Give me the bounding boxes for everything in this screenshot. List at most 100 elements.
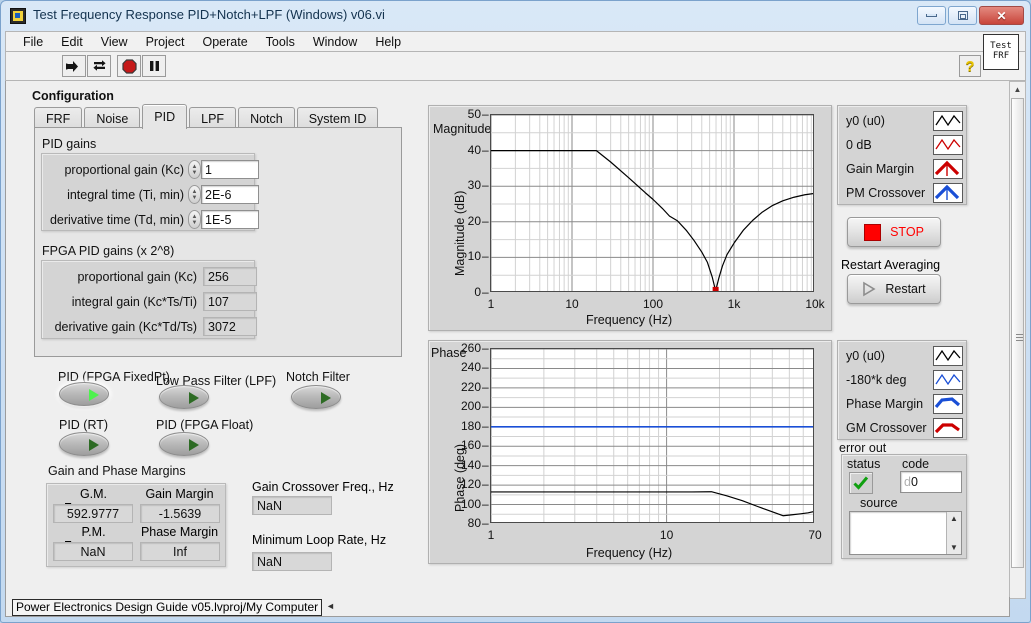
tab-notch[interactable]: Notch (238, 107, 295, 129)
legend-label-0db: 0 dB (846, 138, 872, 152)
menu-item-project[interactable]: Project (137, 33, 194, 51)
restore-button[interactable] (948, 6, 977, 25)
scroll-up-icon: ▲ (950, 514, 958, 523)
tab-noise[interactable]: Noise (84, 107, 141, 129)
pid-derivative-spinner[interactable]: ▲ ▼ (188, 210, 201, 229)
title-bar: Test Frequency Response PID+Notch+LPF (W… (2, 2, 1029, 29)
legend-row-phase-margin[interactable]: Phase Margin (841, 392, 963, 416)
fpga-row-proportional: proportional gain (Kc) 256 (45, 267, 257, 286)
error-source-scrollbar[interactable]: ▲ ▼ (946, 512, 961, 554)
context-help-button[interactable]: ? (959, 55, 981, 77)
run-continuously-button[interactable] (87, 55, 111, 77)
restart-button[interactable]: Restart (847, 274, 941, 304)
close-button[interactable]: ✕ (979, 6, 1024, 25)
legend-swatch-gm-crossover[interactable] (933, 418, 963, 438)
legend-swatch-phase-y0[interactable] (933, 346, 963, 366)
menu-item-operate[interactable]: Operate (193, 33, 256, 51)
menu-item-file[interactable]: File (14, 33, 52, 51)
toggle-pid-fpga-fixedpt[interactable] (59, 382, 109, 406)
stop-button-label: STOP (890, 225, 924, 239)
vi-icon-line1: Test (990, 41, 1012, 51)
pid-gains-title: PID gains (42, 137, 97, 151)
legend-swatch-pm-crossover[interactable] (933, 183, 963, 203)
ph-svg-xtick: 70 (808, 528, 822, 542)
legend-label-180k-deg: -180*k deg (846, 373, 907, 387)
legend-swatch-y0[interactable] (933, 111, 963, 131)
mag-svg-xtick: 10 (565, 297, 579, 311)
phase-plot-area[interactable] (490, 348, 814, 523)
legend-row-pm-crossover[interactable]: PM Crossover (841, 181, 963, 205)
legend-swatch-0db[interactable] (933, 135, 963, 155)
mag-svg-xtick: 100 (642, 297, 664, 311)
fpga-row-derivative: derivative gain (Kc*Td/Ts) 3072 (45, 317, 257, 336)
close-icon: ✕ (996, 8, 1007, 23)
legend-row-180k-deg[interactable]: -180*k deg (841, 368, 963, 392)
toggle-low-pass-filter[interactable] (159, 385, 209, 409)
legend-row-gm-crossover[interactable]: GM Crossover (841, 416, 963, 440)
run-continuously-icon (92, 59, 106, 71)
pid-derivative-input[interactable]: 1E-5 (201, 210, 259, 229)
toggle-pid-fpga-float[interactable] (159, 432, 209, 456)
abort-execution-button[interactable] (117, 55, 141, 77)
legend-row-gain-margin[interactable]: Gain Margin (841, 157, 963, 181)
ph-svg-ytick-dash: – (482, 379, 489, 394)
error-source-value[interactable]: ▲ ▼ (849, 511, 962, 555)
minimize-button[interactable] (917, 6, 946, 25)
ph-svg-ytick: 140 (460, 457, 481, 472)
menu-item-tools[interactable]: Tools (257, 33, 304, 51)
tab-pid[interactable]: PID (142, 104, 188, 129)
toggle-pid-rt[interactable] (59, 432, 109, 456)
error-status-indicator[interactable] (849, 472, 873, 494)
vi-icon-badge[interactable]: Test FRF (983, 34, 1019, 70)
pid-integral-label: integral time (Ti, min) (67, 187, 184, 202)
toggle-arrow-icon (89, 439, 99, 451)
pid-integral-input[interactable]: 2E-6 (201, 185, 259, 204)
restart-button-label: Restart (885, 282, 926, 296)
toggle-arrow-icon (89, 389, 99, 401)
tab-frf[interactable]: FRF (34, 107, 83, 129)
legend-swatch-phase-margin[interactable] (933, 394, 963, 414)
pid-proportional-spinner[interactable]: ▲ ▼ (188, 160, 201, 179)
error-out-title: error out (839, 441, 887, 455)
stop-button[interactable]: STOP (847, 217, 941, 247)
pid-proportional-input[interactable]: 1 (201, 160, 259, 179)
gain-crossover-value: NaN (252, 496, 332, 515)
tab-lpf[interactable]: LPF (189, 107, 237, 129)
menu-item-help[interactable]: Help (366, 33, 410, 51)
magnitude-plot-area[interactable] (490, 114, 814, 292)
mag-svg-ytick-dash: – (482, 142, 489, 157)
ph-svg-ytick-dash: – (482, 418, 489, 433)
pid-integral-spinner[interactable]: ▲ ▼ (188, 185, 201, 204)
panel-vertical-scrollbar[interactable]: ▲ (1009, 81, 1026, 599)
fpga-derivative-value: 3072 (203, 317, 257, 336)
pid-proportional-label: proportional gain (Kc) (64, 162, 184, 177)
legend-swatch-180k-deg[interactable] (933, 370, 963, 390)
legend-label-gain-margin: Gain Margin (846, 162, 915, 176)
toggle-label-notch-filter: Notch Filter (286, 370, 350, 384)
fpga-proportional-label: proportional gain (Kc) (77, 269, 197, 284)
ph-svg-ytick: 200 (460, 399, 481, 414)
pause-button[interactable] (142, 55, 166, 77)
legend-swatch-gain-margin[interactable] (933, 159, 963, 179)
legend-label-phase-margin: Phase Margin (846, 397, 924, 411)
menu-item-view[interactable]: View (92, 33, 137, 51)
magnitude-legend: y0 (u0) 0 dB Gain Margin PM Crossover (837, 105, 967, 205)
gain-crossover-label: Gain Crossover Freq., Hz (252, 480, 394, 494)
scroll-up-button[interactable]: ▲ (1010, 82, 1025, 97)
menu-item-edit[interactable]: Edit (52, 33, 92, 51)
ph-svg-ytick-dash: – (482, 477, 489, 492)
legend-row-phase-y0[interactable]: y0 (u0) (841, 344, 963, 368)
magnitude-graph-title: Magnitude (433, 122, 492, 136)
status-expand-icon[interactable]: ◄ (326, 601, 335, 611)
toggle-notch-filter[interactable] (291, 385, 341, 409)
legend-row-y0[interactable]: y0 (u0) (841, 109, 963, 133)
menu-item-window[interactable]: Window (304, 33, 366, 51)
scroll-thumb[interactable] (1011, 98, 1024, 568)
mag-svg-ytick: 40 (467, 142, 481, 157)
legend-row-0db[interactable]: 0 dB (841, 133, 963, 157)
vi-icon-line2: FRF (992, 51, 1010, 61)
margins-value-gain-margin: -1.5639 (140, 504, 220, 523)
run-button[interactable] (62, 55, 86, 77)
minimum-loop-rate-value: NaN (252, 552, 332, 571)
tab-system-id[interactable]: System ID (296, 107, 379, 129)
